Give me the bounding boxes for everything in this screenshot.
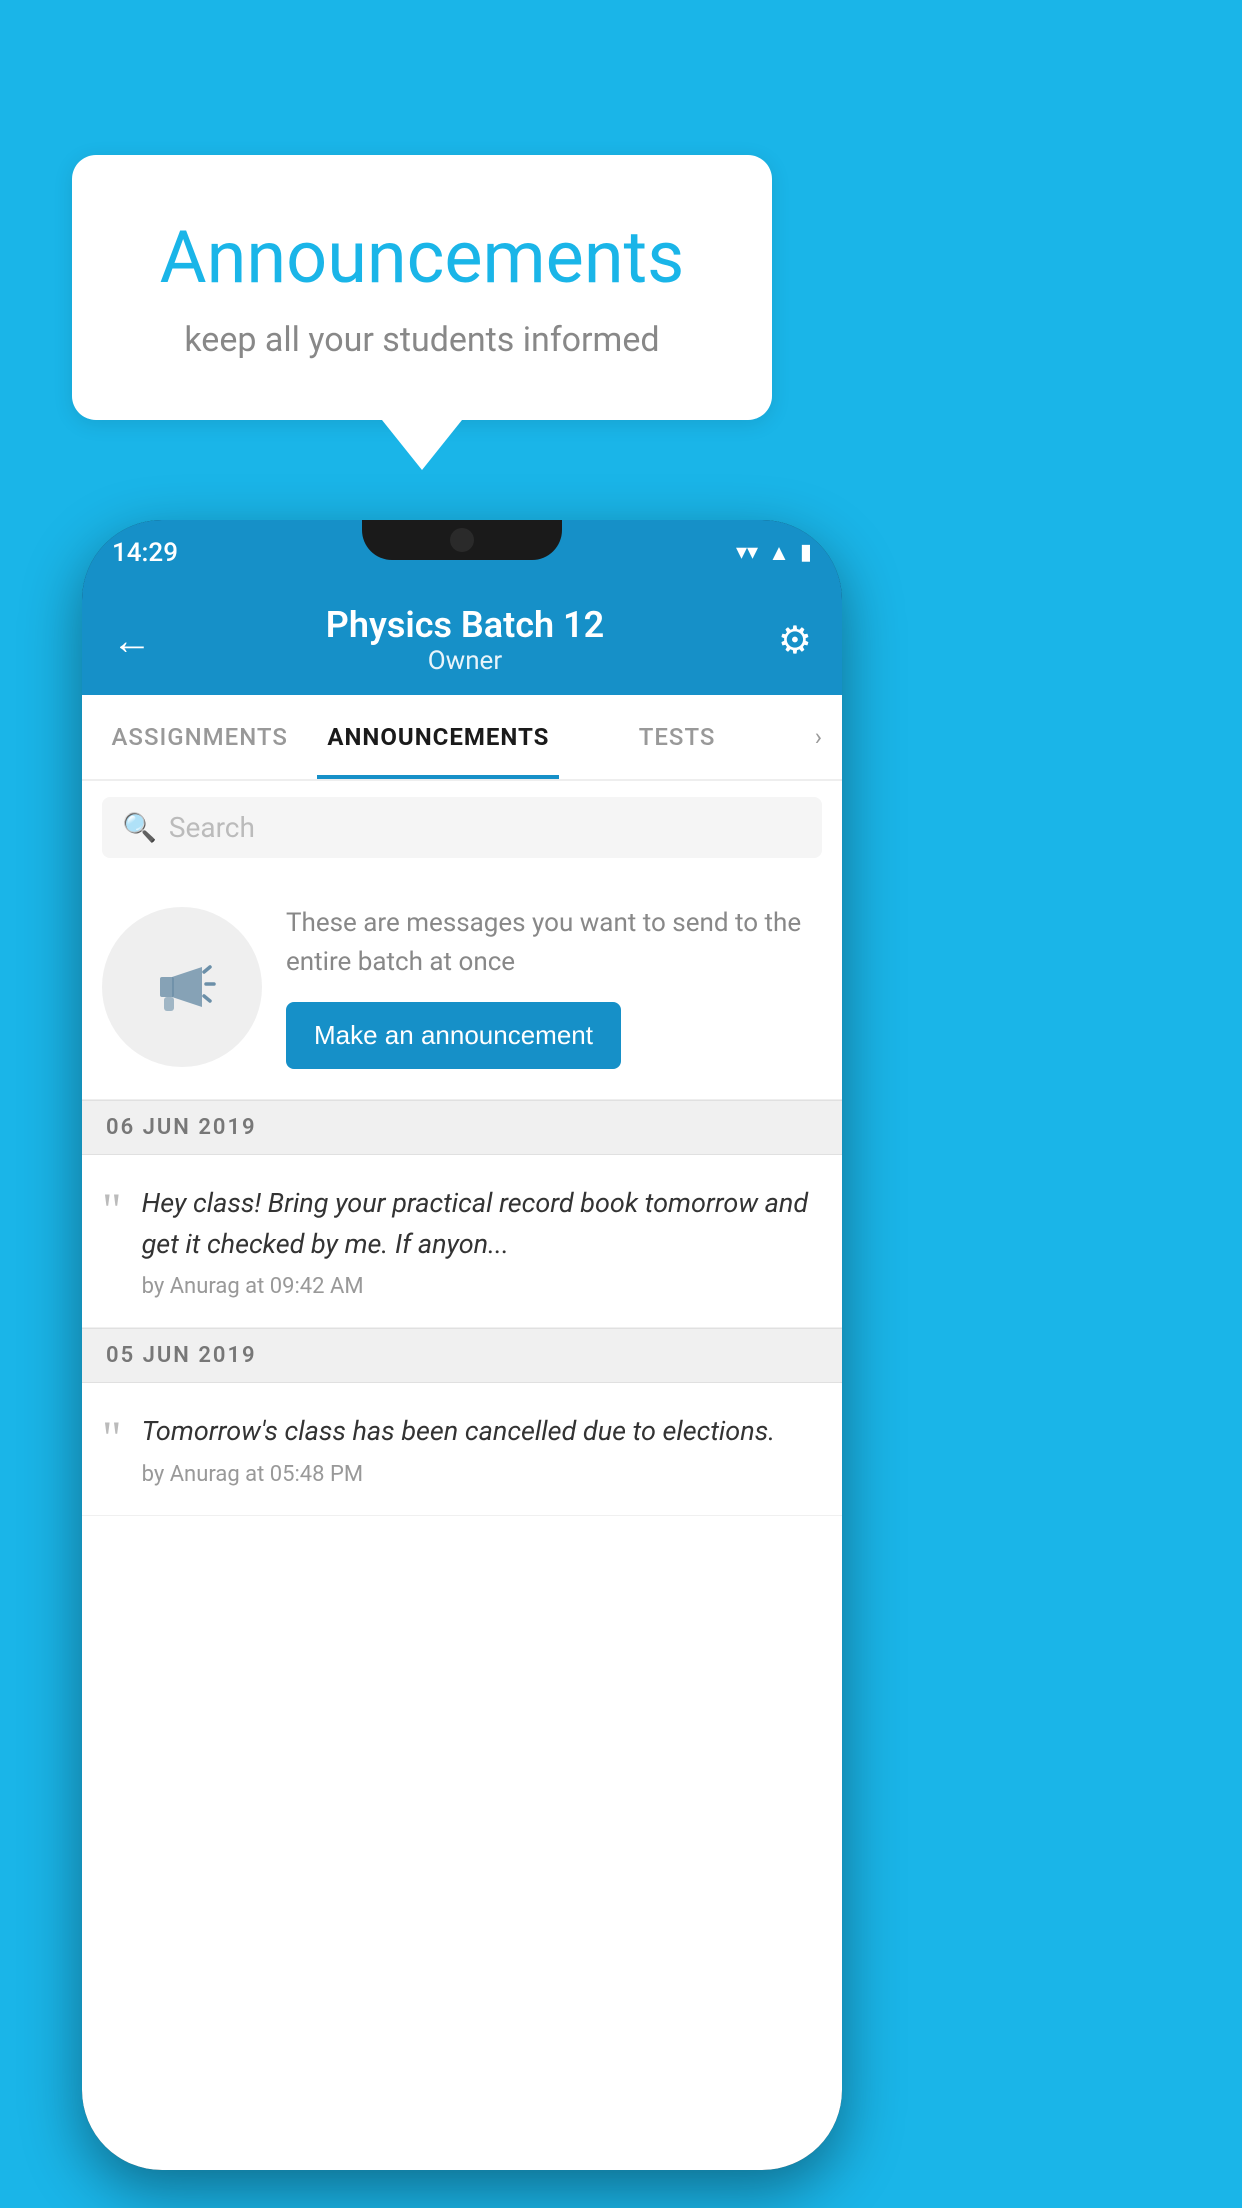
intro-right: These are messages you want to send to t… bbox=[286, 904, 822, 1069]
header-subtitle: Owner bbox=[326, 646, 604, 676]
announcement-content-1: Hey class! Bring your practical record b… bbox=[142, 1183, 822, 1299]
date-separator-2: 05 JUN 2019 bbox=[82, 1328, 842, 1383]
announcement-item-1[interactable]: " Hey class! Bring your practical record… bbox=[82, 1155, 842, 1328]
status-icons: ▾▾ ▲ ▮ bbox=[736, 540, 812, 566]
tab-announcements[interactable]: ANNOUNCEMENTS bbox=[317, 695, 559, 779]
announcement-meta-2: by Anurag at 05:48 PM bbox=[142, 1462, 822, 1487]
tabs-bar: ASSIGNMENTS ANNOUNCEMENTS TESTS › bbox=[82, 695, 842, 781]
wifi-icon: ▾▾ bbox=[736, 540, 758, 565]
header-title: Physics Batch 12 bbox=[326, 604, 604, 646]
speech-bubble-subtitle: keep all your students informed bbox=[122, 320, 722, 360]
tab-tests[interactable]: TESTS bbox=[559, 695, 794, 779]
tab-more[interactable]: › bbox=[795, 695, 842, 779]
phone-screen: 🔍 Search These are me bbox=[82, 781, 842, 2170]
intro-description: These are messages you want to send to t… bbox=[286, 904, 822, 982]
phone-mockup: 14:29 ▾▾ ▲ ▮ ← Physics Batch 12 Owner ⚙ … bbox=[82, 520, 842, 2170]
quote-icon-2: " bbox=[102, 1415, 122, 1463]
battery-icon: ▮ bbox=[800, 540, 812, 565]
app-header: ← Physics Batch 12 Owner ⚙ bbox=[82, 585, 842, 695]
phone-outer: 14:29 ▾▾ ▲ ▮ ← Physics Batch 12 Owner ⚙ … bbox=[82, 520, 842, 2170]
announcement-meta-1: by Anurag at 09:42 AM bbox=[142, 1274, 822, 1299]
back-button[interactable]: ← bbox=[112, 617, 152, 664]
announcement-intro: These are messages you want to send to t… bbox=[82, 874, 842, 1100]
announcement-text-2: Tomorrow's class has been cancelled due … bbox=[142, 1411, 822, 1452]
search-icon: 🔍 bbox=[122, 811, 157, 844]
quote-icon-1: " bbox=[102, 1187, 122, 1235]
front-camera bbox=[450, 528, 474, 552]
signal-icon: ▲ bbox=[768, 540, 790, 566]
header-center: Physics Batch 12 Owner bbox=[326, 604, 604, 676]
settings-icon[interactable]: ⚙ bbox=[778, 618, 812, 663]
speech-bubble-title: Announcements bbox=[122, 215, 722, 300]
megaphone-icon bbox=[142, 947, 222, 1027]
announcement-text-1: Hey class! Bring your practical record b… bbox=[142, 1183, 822, 1264]
megaphone-circle bbox=[102, 907, 262, 1067]
search-bar-container: 🔍 Search bbox=[82, 781, 842, 874]
status-time: 14:29 bbox=[112, 538, 178, 568]
announcement-item-2[interactable]: " Tomorrow's class has been cancelled du… bbox=[82, 1383, 842, 1516]
speech-bubble-tail bbox=[382, 420, 462, 470]
speech-bubble: Announcements keep all your students inf… bbox=[72, 155, 772, 420]
date-separator-1: 06 JUN 2019 bbox=[82, 1100, 842, 1155]
phone-notch bbox=[362, 520, 562, 560]
speech-bubble-container: Announcements keep all your students inf… bbox=[72, 155, 772, 470]
announcement-content-2: Tomorrow's class has been cancelled due … bbox=[142, 1411, 822, 1487]
make-announcement-button[interactable]: Make an announcement bbox=[286, 1002, 621, 1069]
search-bar[interactable]: 🔍 Search bbox=[102, 797, 822, 858]
search-placeholder: Search bbox=[169, 811, 255, 844]
tab-assignments[interactable]: ASSIGNMENTS bbox=[82, 695, 317, 779]
